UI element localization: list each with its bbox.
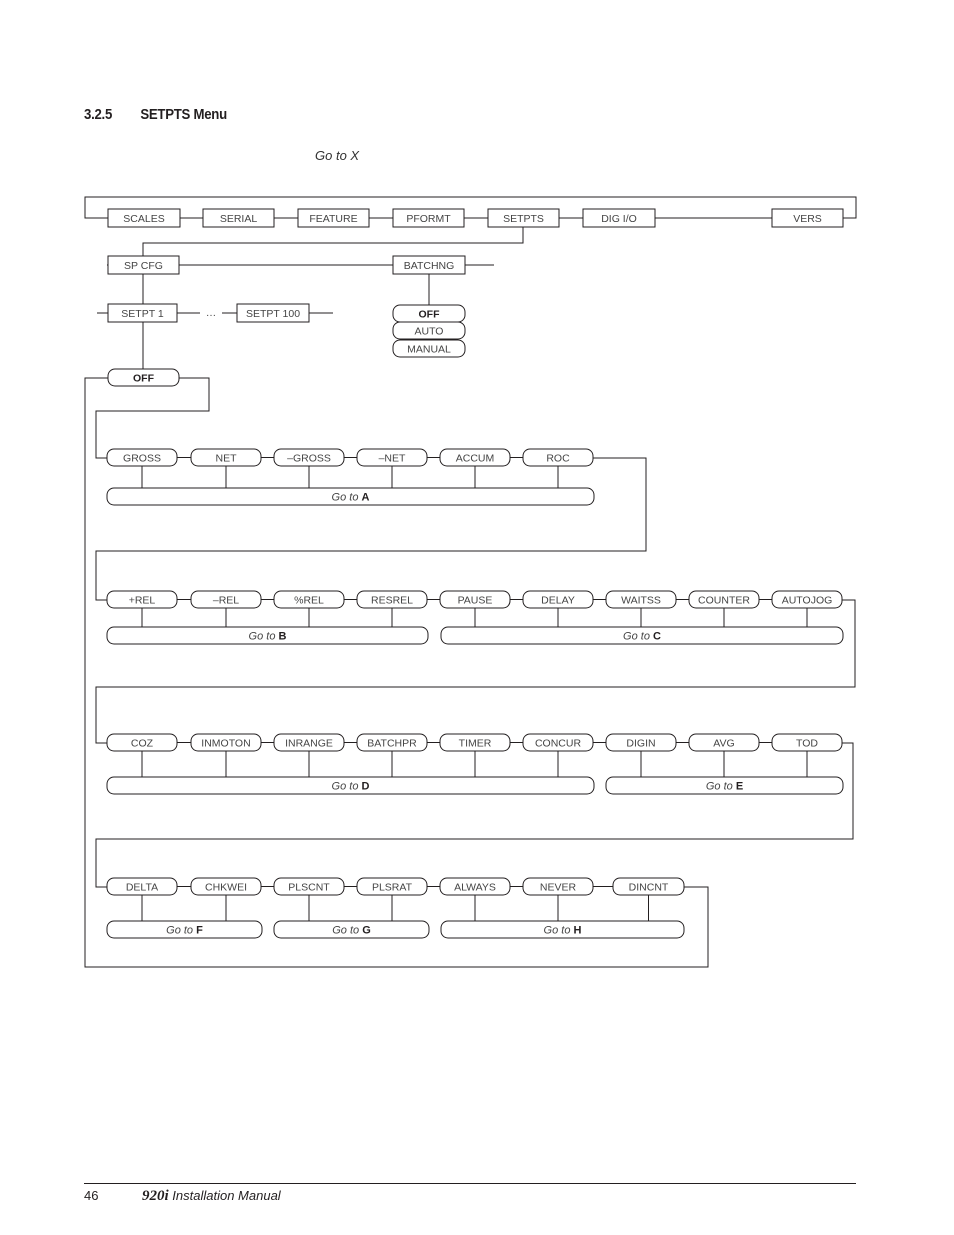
kind-accum-label: ACCUM [456, 453, 495, 465]
model-name: 920i [142, 1188, 169, 1204]
footer-rule [84, 1183, 856, 1184]
goto-b-bar-label: Go to B [249, 631, 287, 643]
kind-autojog-label: AUTOJOG [782, 595, 833, 607]
page-number: 46 [84, 1188, 99, 1203]
menu-setpt-1-label: SETPT 1 [121, 308, 164, 320]
option-batchng-off-label: OFF [419, 309, 441, 321]
kind-resrel-label: RESREL [371, 595, 413, 607]
kind-plsrat-label: PLSRAT [372, 882, 413, 894]
kind-coz-label: COZ [131, 738, 154, 750]
kind-neg-rel-label: –REL [213, 595, 239, 607]
menu-serial-label: SERIAL [220, 213, 258, 225]
kind-pct-rel-label: %REL [294, 595, 324, 607]
kind-concur-label: CONCUR [535, 738, 581, 750]
menu-dig-i-o-label: DIG I/O [601, 213, 637, 225]
option-setpt-off-label: OFF [133, 373, 155, 385]
kind-always-label: ALWAYS [454, 882, 496, 894]
menu-batchng-label: BATCHNG [404, 260, 455, 272]
kind-counter-label: COUNTER [698, 595, 750, 607]
option-batchng-manual-label: MANUAL [407, 344, 451, 356]
kind-delta-label: DELTA [126, 882, 158, 894]
setpts-branch-line [142, 227, 524, 256]
ellipsis-label: … [206, 307, 217, 319]
page-footer: 46 920i Installation Manual [84, 1188, 281, 1205]
kind-pos-rel-label: +REL [129, 595, 156, 607]
goto-a-bar-label: Go to A [332, 492, 370, 504]
kind-plscnt-label: PLSCNT [288, 882, 330, 894]
menu-setpts-label: SETPTS [503, 213, 544, 225]
kind-digin-label: DIGIN [626, 738, 655, 750]
kind-neg-net-label: –NET [379, 453, 406, 465]
row-loop-line [95, 457, 647, 601]
kind-tod-label: TOD [796, 738, 818, 750]
goto-g-bar-label: Go to G [332, 925, 371, 937]
manual-title: Installation Manual [172, 1188, 281, 1203]
goto-e-bar-label: Go to E [706, 781, 743, 793]
option-batchng-auto-label: AUTO [415, 326, 444, 338]
top-loop-line [84, 196, 857, 219]
kind-chkwei-label: CHKWEI [205, 882, 247, 894]
kind-dincnt-label: DINCNT [629, 882, 669, 894]
kind-roc-label: ROC [546, 453, 570, 465]
off-loop-line [95, 377, 210, 459]
menu-setpt-100-label: SETPT 100 [246, 308, 300, 320]
kind-gross-label: GROSS [123, 453, 161, 465]
kind-never-label: NEVER [540, 882, 577, 894]
kind-pause-label: PAUSE [458, 595, 493, 607]
kind-timer-label: TIMER [459, 738, 492, 750]
kind-neg-gross-label: –GROSS [287, 453, 331, 465]
goto-d-bar-label: Go to D [332, 781, 370, 793]
kind-batchpr-label: BATCHPR [367, 738, 417, 750]
menu-feature-label: FEATURE [309, 213, 357, 225]
kind-net-label: NET [216, 453, 238, 465]
setpts-menu-diagram: SCALES SERIAL FEATURE PFORMT SETPTS DIG I/O VE… [84, 196, 857, 968]
goto-c-bar-label: Go to C [623, 631, 661, 643]
menu-vers-label: VERS [793, 213, 822, 225]
menu-scales-label: SCALES [123, 213, 164, 225]
menu-pformt-label: PFORMT [406, 213, 451, 225]
kind-waitss-label: WAITSS [621, 595, 661, 607]
kind-inmoton-label: INMOTON [201, 738, 250, 750]
kind-inrange-label: INRANGE [285, 738, 333, 750]
menu-sp-cfg-label: SP CFG [124, 260, 163, 272]
goto-f-bar-label: Go to F [166, 925, 203, 937]
goto-h-bar-label: Go to H [544, 925, 582, 937]
kind-delay-label: DELAY [541, 595, 575, 607]
kind-avg-label: AVG [713, 738, 734, 750]
